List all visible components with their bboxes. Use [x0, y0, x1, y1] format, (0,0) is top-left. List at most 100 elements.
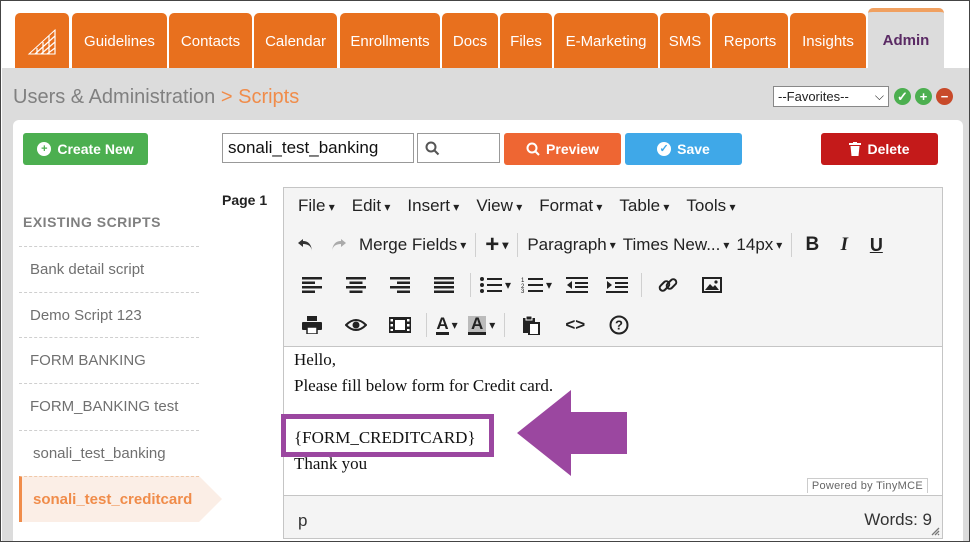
numbered-list-icon[interactable]: 123 — [516, 270, 557, 300]
content-line-greeting: Hello, — [294, 350, 337, 369]
sidebar-item-form-banking[interactable]: FORM BANKING — [19, 337, 199, 383]
search-icon — [425, 141, 440, 156]
toolbar-divider — [426, 313, 427, 337]
highlight-box — [281, 414, 494, 457]
sidebar-item-sonali-test-creditcard[interactable]: sonali_test_creditcard — [19, 476, 199, 522]
toolbar-divider — [470, 273, 471, 297]
editor-menubar: File Edit Insert View Format Table Tools — [284, 188, 942, 223]
toolbar-row-1: Merge Fields + Paragraph Times New... 14… — [290, 226, 892, 264]
menu-file[interactable]: File — [298, 196, 335, 216]
element-path[interactable]: p — [298, 511, 307, 531]
underline-icon[interactable]: U — [860, 230, 892, 260]
bullet-list-icon[interactable] — [475, 270, 516, 300]
outdent-icon[interactable] — [557, 270, 597, 300]
print-icon[interactable] — [290, 310, 334, 340]
block-format-select[interactable]: Paragraph — [522, 230, 620, 260]
image-icon[interactable] — [690, 270, 734, 300]
active-item-pointer — [199, 476, 222, 522]
font-size-select[interactable]: 14px — [731, 230, 787, 260]
sidebar-heading: EXISTING SCRIPTS — [23, 214, 161, 230]
favorites-select[interactable]: --Favorites-- ⌵ — [773, 86, 889, 107]
add-favorite-icon[interactable]: + — [915, 88, 932, 105]
align-right-icon[interactable] — [378, 270, 422, 300]
rich-text-editor: File Edit Insert View Format Table Tools… — [283, 187, 943, 539]
toolbar-row-2: 123 — [290, 266, 734, 304]
link-icon[interactable] — [646, 270, 690, 300]
svg-text:3: 3 — [521, 289, 525, 293]
sidebar-item-form-banking-test[interactable]: FORM_BANKING test — [19, 383, 199, 429]
word-count: Words: 9 — [864, 510, 932, 529]
source-code-icon[interactable]: <> — [553, 310, 597, 340]
tab-enrollments[interactable]: Enrollments — [340, 13, 440, 69]
tab-contacts[interactable]: Contacts — [169, 13, 252, 69]
favorites-value: --Favorites-- — [778, 89, 849, 104]
toolbar-divider — [475, 233, 477, 257]
align-left-icon[interactable] — [290, 270, 334, 300]
delete-button[interactable]: Delete — [821, 133, 938, 165]
editor-toolbar: Merge Fields + Paragraph Times New... 14… — [284, 223, 942, 347]
toolbar-row-3: A A <> ? — [290, 306, 641, 344]
background-color-icon[interactable]: A — [463, 310, 500, 340]
bold-icon[interactable]: B — [796, 230, 828, 260]
app-window: Guidelines Contacts Calendar Enrollments… — [0, 0, 970, 542]
tab-sms[interactable]: SMS — [660, 13, 710, 69]
menu-insert[interactable]: Insert — [407, 196, 459, 216]
logo-icon — [27, 28, 56, 55]
check-icon[interactable]: ✓ — [894, 88, 911, 105]
media-icon[interactable] — [378, 310, 422, 340]
tab-files[interactable]: Files — [500, 13, 552, 69]
toolbar-divider — [641, 273, 643, 297]
text-color-icon[interactable]: A — [431, 310, 463, 340]
sidebar-item-demo-script-123[interactable]: Demo Script 123 — [19, 292, 199, 338]
merge-fields-dropdown[interactable]: Merge Fields — [354, 230, 471, 260]
tab-admin[interactable]: Admin — [868, 8, 944, 69]
preview-button[interactable]: Preview — [504, 133, 621, 165]
svg-text:?: ? — [615, 318, 623, 333]
insert-plus-icon[interactable]: + — [480, 230, 513, 260]
breadcrumb: Users & Administration > Scripts — [13, 86, 299, 109]
create-new-button[interactable]: + Create New — [23, 133, 148, 165]
chevron-down-icon: ⌵ — [874, 89, 884, 103]
trash-icon — [849, 142, 862, 156]
breadcrumb-parent[interactable]: Users & Administration — [13, 86, 215, 108]
remove-favorite-icon[interactable]: − — [936, 88, 953, 105]
italic-icon[interactable]: I — [828, 230, 860, 260]
tab-reports[interactable]: Reports — [712, 13, 788, 69]
zoom-icon — [526, 142, 540, 156]
check-circle-icon: ✓ — [657, 142, 672, 156]
undo-icon[interactable] — [290, 230, 322, 260]
script-name-input[interactable]: sonali_test_banking — [222, 133, 414, 163]
menu-edit[interactable]: Edit — [352, 196, 391, 216]
plus-icon: + — [37, 142, 52, 156]
resize-handle-icon[interactable] — [931, 527, 940, 536]
paste-icon[interactable] — [509, 310, 553, 340]
save-button[interactable]: ✓ Save — [625, 133, 742, 165]
tab-e-marketing[interactable]: E-Marketing — [554, 13, 658, 69]
indent-icon[interactable] — [597, 270, 637, 300]
font-family-select[interactable]: Times New... — [621, 230, 732, 260]
align-justify-icon[interactable] — [422, 270, 466, 300]
preview-eye-icon[interactable] — [334, 310, 378, 340]
align-center-icon[interactable] — [334, 270, 378, 300]
logo-tab[interactable] — [15, 13, 69, 69]
menu-format[interactable]: Format — [539, 196, 602, 216]
sidebar-item-sonali-test-banking[interactable]: sonali_test_banking — [19, 430, 199, 476]
search-input[interactable] — [417, 133, 500, 163]
toolbar-divider — [791, 233, 793, 257]
tab-docs[interactable]: Docs — [442, 13, 498, 69]
help-icon[interactable]: ? — [597, 310, 641, 340]
tinymce-branding[interactable]: Powered by TinyMCE — [806, 478, 928, 493]
redo-icon[interactable] — [322, 230, 354, 260]
menu-tools[interactable]: Tools — [686, 196, 735, 216]
breadcrumb-current: Scripts — [238, 86, 300, 108]
editor-statusbar: p Words: 9 — [284, 495, 942, 538]
top-nav: Guidelines Contacts Calendar Enrollments… — [2, 2, 969, 69]
tab-insights[interactable]: Insights — [790, 13, 866, 69]
tab-calendar[interactable]: Calendar — [254, 13, 337, 69]
menu-table[interactable]: Table — [619, 196, 669, 216]
menu-view[interactable]: View — [476, 196, 522, 216]
toolbar-divider — [504, 313, 506, 337]
arrow-left-icon — [517, 390, 627, 476]
sidebar-item-bank-detail-script[interactable]: Bank detail script — [19, 246, 199, 292]
tab-guidelines[interactable]: Guidelines — [72, 13, 167, 69]
